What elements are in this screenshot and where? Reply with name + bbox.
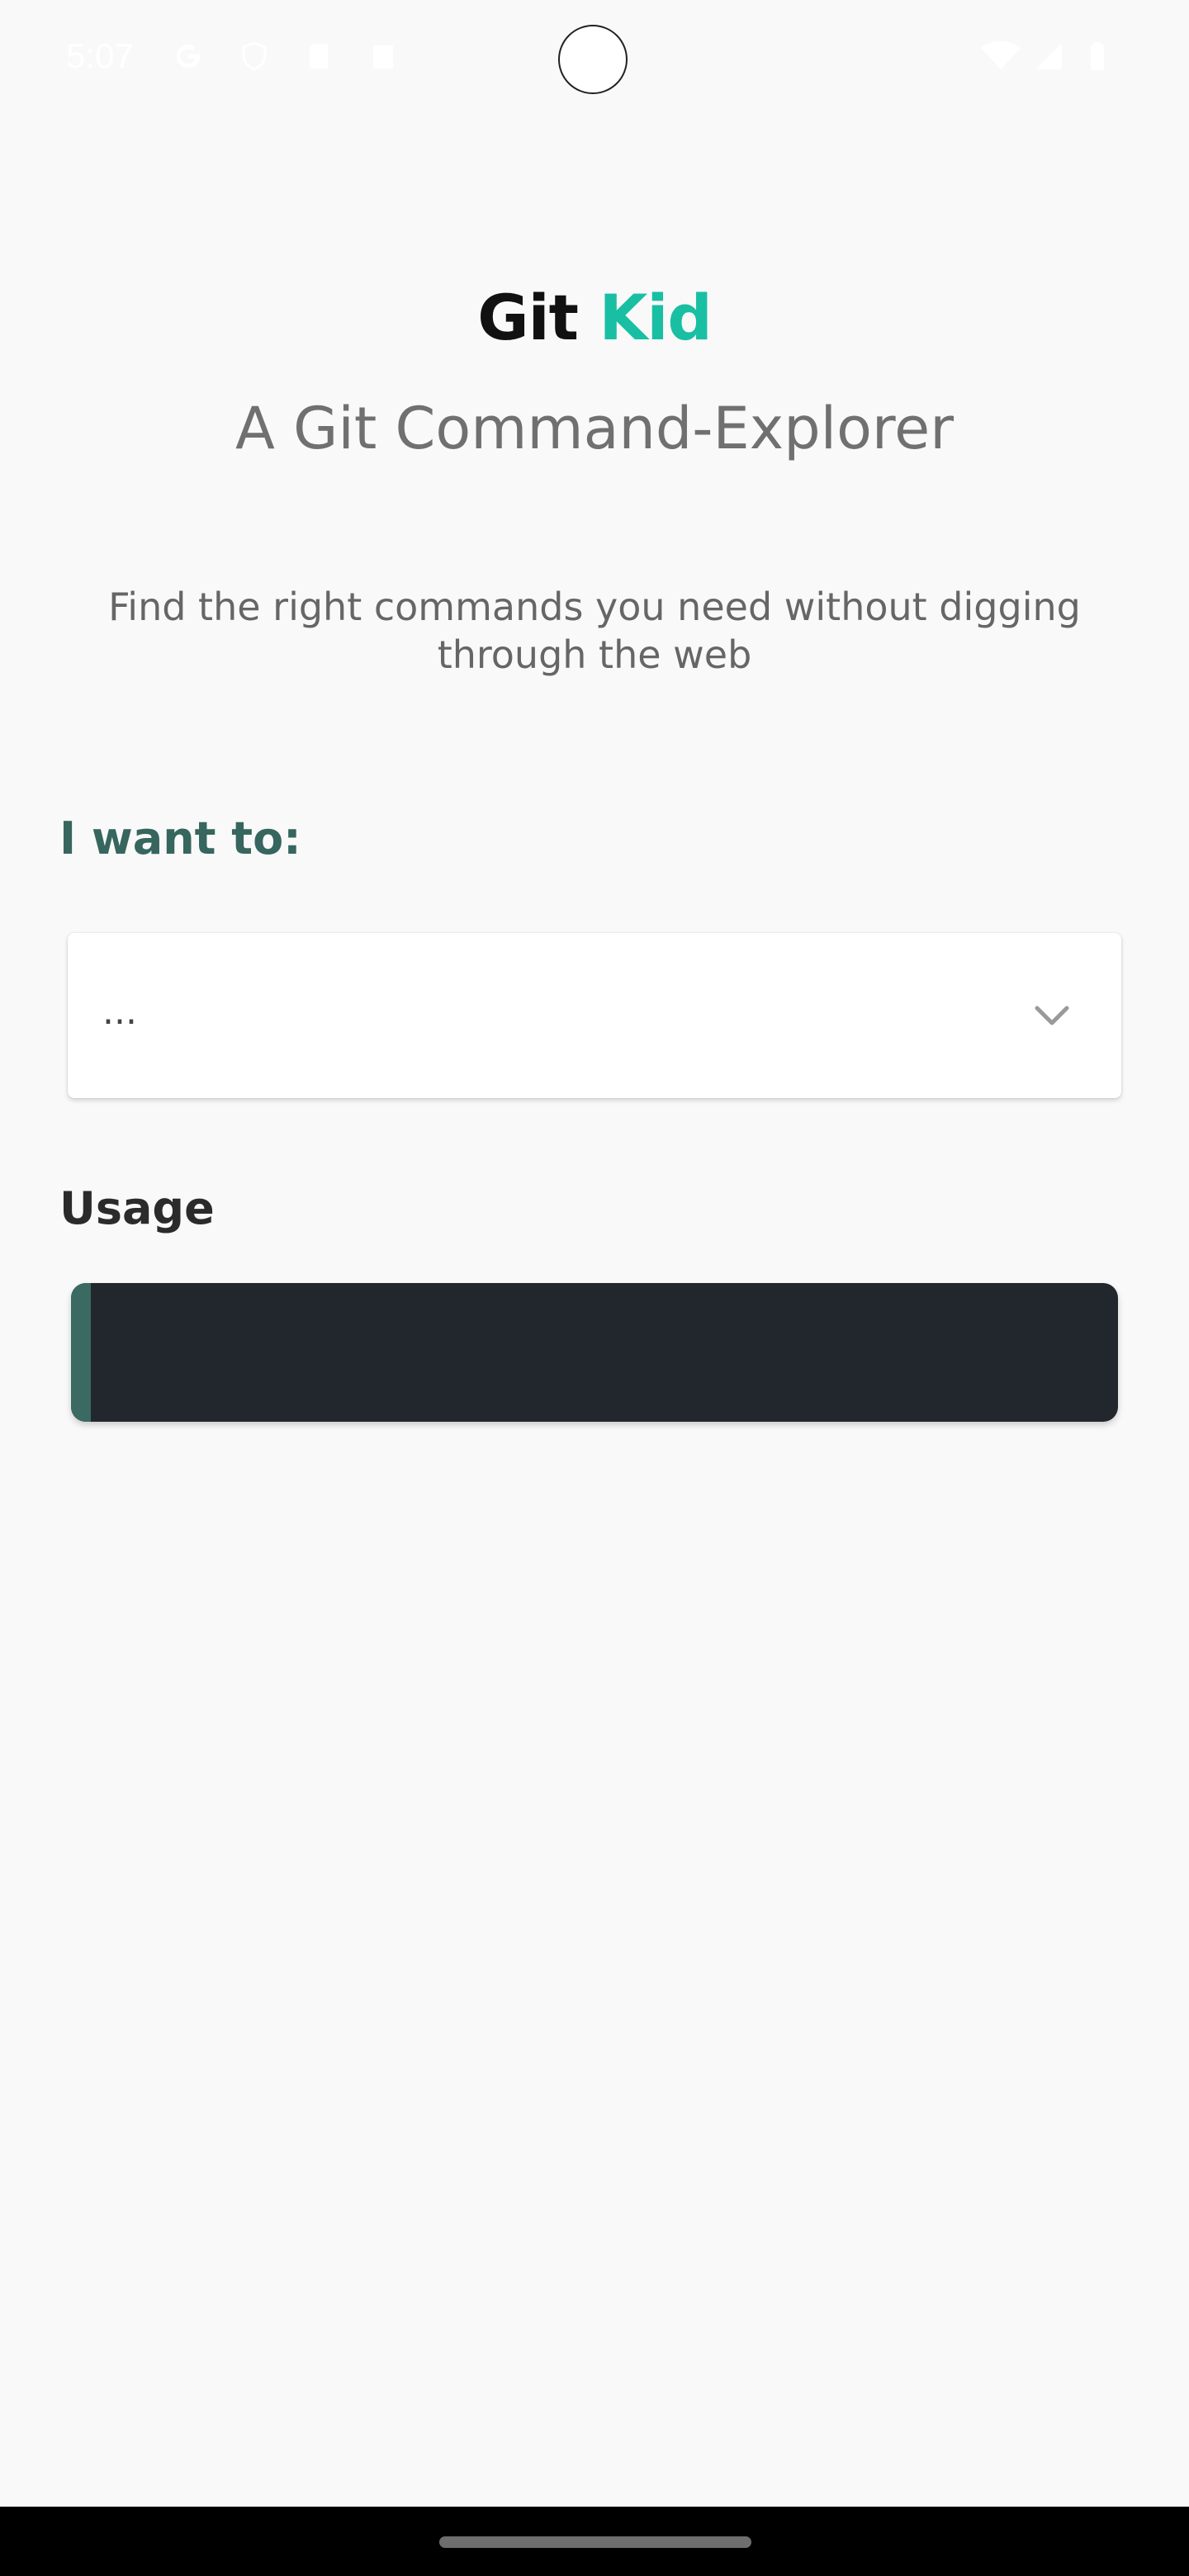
app-title-part2: Kid — [599, 281, 712, 354]
google-icon — [172, 40, 205, 73]
camera-cutout — [558, 25, 628, 94]
status-time: 5:07 — [66, 36, 134, 75]
app-title-part1: Git — [477, 281, 579, 354]
sd-card-icon — [302, 40, 335, 73]
clipboard-icon — [367, 40, 400, 73]
app-title: Git Kid — [0, 281, 1189, 354]
app-subtitle: A Git Command-Explorer — [234, 395, 954, 462]
command-select[interactable]: ... — [68, 933, 1121, 1098]
usage-code-block — [71, 1283, 1118, 1422]
navigation-bar — [0, 2507, 1189, 2576]
select-value: ... — [102, 991, 137, 1033]
home-gesture-handle[interactable] — [439, 2536, 751, 2548]
battery-icon — [1083, 40, 1116, 73]
usage-label: Usage — [59, 1182, 215, 1234]
cell-signal-icon — [1032, 40, 1065, 73]
want-label: I want to: — [59, 812, 301, 864]
status-bar: 5:07 — [0, 0, 1189, 124]
usage-accent-bar — [71, 1283, 91, 1422]
chevron-down-icon[interactable] — [1030, 994, 1073, 1037]
shield-icon — [238, 40, 271, 73]
wifi-icon — [979, 40, 1022, 73]
intro-description: Find the right commands you need without… — [108, 585, 1081, 677]
